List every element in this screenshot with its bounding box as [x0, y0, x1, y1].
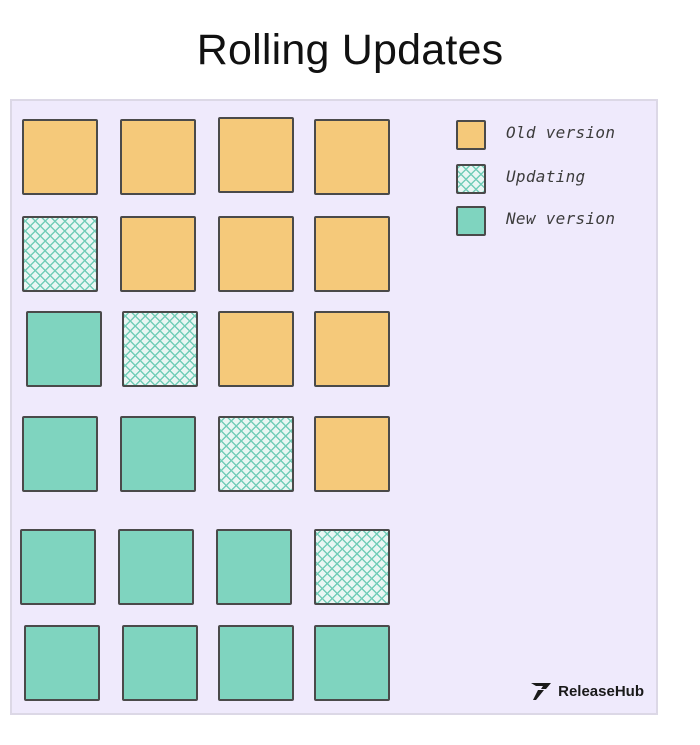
instance-old-r2-c2: [120, 216, 196, 292]
instance-new-r5-c3: [216, 529, 292, 605]
legend-swatch-updating: [456, 164, 486, 194]
instance-old-r4-c4: [314, 416, 390, 492]
instance-old-r1-c3: [218, 117, 294, 193]
instance-new-r6-c2: [122, 625, 198, 701]
brand-name: ReleaseHub: [558, 682, 644, 700]
instance-old-r3-c4: [314, 311, 390, 387]
legend-swatch-new: [456, 206, 486, 236]
instance-new-r5-c1: [20, 529, 96, 605]
legend-label-updating: Updating: [506, 167, 586, 186]
legend: Old version Updating New version: [456, 120, 646, 250]
legend-label-old: Old version: [506, 123, 616, 142]
brand-logo: ReleaseHub: [530, 679, 644, 703]
instance-old-r2-c4: [314, 216, 390, 292]
legend-label-new: New version: [506, 209, 616, 228]
releasehub-logo-icon: [531, 683, 552, 700]
diagram-title: Rolling Updates: [196, 26, 504, 74]
instance-old-r2-c3: [218, 216, 294, 292]
instance-updating-r5-c4: [314, 529, 390, 605]
instance-old-r1-c2: [120, 119, 196, 195]
instance-new-r6-c1: [24, 625, 100, 701]
instance-old-r1-c4: [314, 119, 390, 195]
instance-new-r4-c1: [22, 416, 98, 492]
instance-new-r6-c4: [314, 625, 390, 701]
instance-new-r3-c1: [26, 311, 102, 387]
instance-new-r4-c2: [120, 416, 196, 492]
legend-swatch-old: [456, 120, 486, 150]
instance-old-r3-c3: [218, 311, 294, 387]
instance-updating-r2-c1: [22, 216, 98, 292]
instance-old-r1-c1: [22, 119, 98, 195]
diagram-canvas: Old version Updating New version ReleaseHu…: [10, 99, 658, 715]
instance-updating-r4-c3: [218, 416, 294, 492]
instance-new-r5-c2: [118, 529, 194, 605]
instance-new-r6-c3: [218, 625, 294, 701]
instance-updating-r3-c2: [122, 311, 198, 387]
